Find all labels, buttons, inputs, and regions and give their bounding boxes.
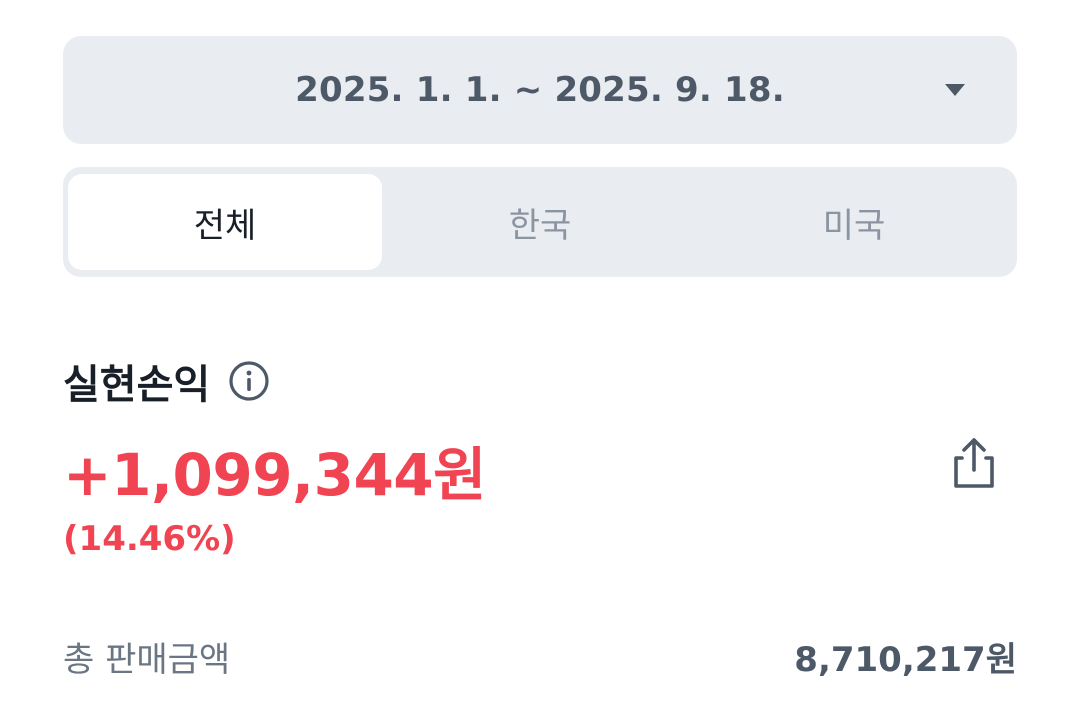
market-segment-control: 전체 한국 미국	[63, 167, 1017, 277]
date-range-selector[interactable]: 2025. 1. 1. ~ 2025. 9. 18.	[63, 36, 1017, 144]
info-icon[interactable]	[228, 360, 270, 402]
realized-pnl-rate: (14.46%)	[63, 519, 236, 559]
total-sales-value: 8,710,217원	[794, 640, 1017, 680]
date-range-text: 2025. 1. 1. ~ 2025. 9. 18.	[295, 70, 785, 110]
realized-pnl-title: 실현손익	[63, 362, 211, 408]
tab-all[interactable]: 전체	[68, 174, 382, 270]
realized-pnl-amount: +1,099,344원	[63, 441, 487, 509]
tab-usa[interactable]: 미국	[697, 174, 1011, 270]
realized-pnl-header: 실현손익	[63, 352, 270, 410]
total-sales-label: 총 판매금액	[63, 640, 231, 680]
caret-down-icon	[945, 84, 965, 96]
share-icon[interactable]	[946, 434, 1002, 492]
tab-korea[interactable]: 한국	[383, 174, 697, 270]
